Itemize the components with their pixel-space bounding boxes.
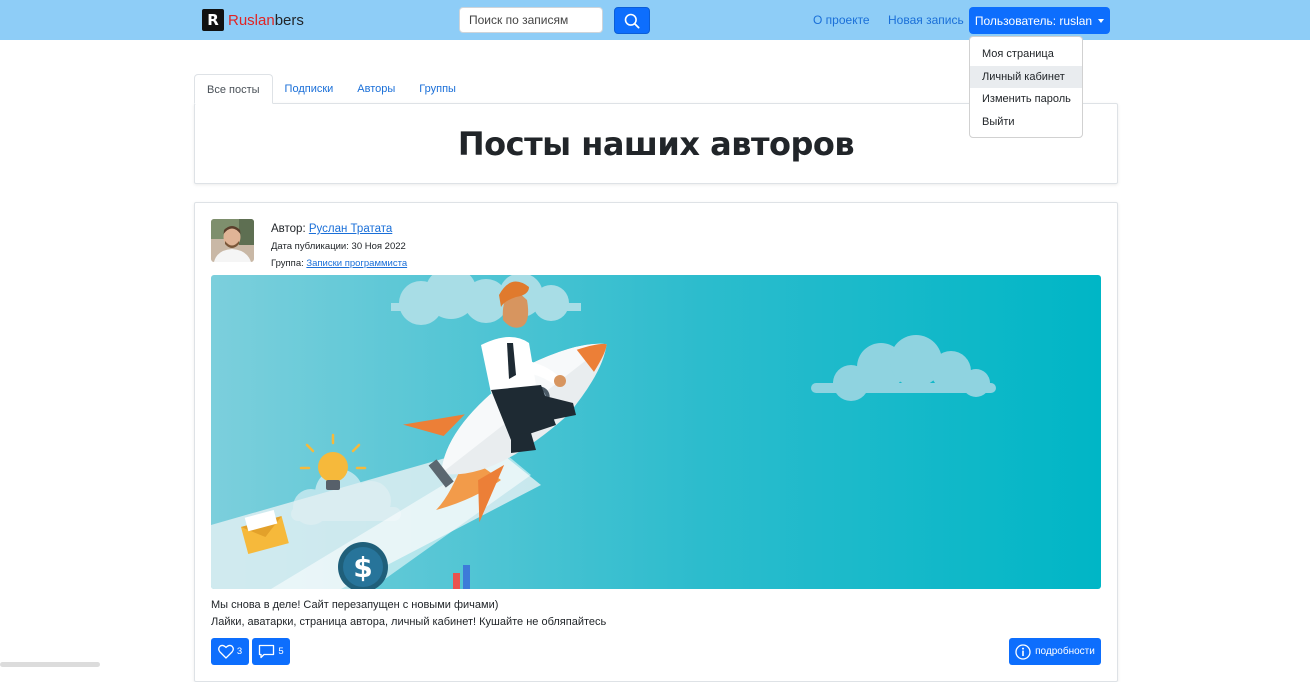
group-line: Группа: Записки программиста <box>271 255 407 272</box>
navbar: R Ruslanbers О проекте Новая запись Поль… <box>0 0 1310 40</box>
search-input[interactable] <box>459 7 603 33</box>
comment-count: 5 <box>278 646 284 657</box>
tab-all-posts[interactable]: Все посты <box>194 74 273 104</box>
post-text-line-2: Лайки, аватарки, страница автора, личный… <box>211 616 607 628</box>
svg-text:$: $ <box>353 551 372 584</box>
menu-item-change-password[interactable]: Изменить пароль <box>970 88 1082 111</box>
details-label: подробности <box>1035 646 1095 657</box>
chevron-down-icon <box>1098 18 1105 23</box>
like-count: 3 <box>236 646 243 657</box>
search-icon <box>624 13 640 29</box>
brand-name: Ruslanbers <box>228 12 304 29</box>
author-photo <box>211 219 254 262</box>
comments-button[interactable]: 5 <box>252 638 290 665</box>
menu-item-my-page[interactable]: Моя страница <box>970 43 1082 66</box>
rocket-illustration: $ <box>211 275 1101 589</box>
page-title: Посты наших авторов <box>457 124 855 163</box>
nav-about-link[interactable]: О проекте <box>813 13 870 27</box>
author-avatar[interactable] <box>211 219 254 262</box>
menu-item-account[interactable]: Личный кабинет <box>970 65 1082 88</box>
post-image: $ <box>211 275 1101 589</box>
comment-icon <box>259 644 275 659</box>
details-button[interactable]: подробности <box>1009 638 1101 665</box>
post-text-line-1: Мы снова в деле! Сайт перезапущен с новы… <box>211 599 499 611</box>
tab-authors[interactable]: Авторы <box>345 74 407 104</box>
post-tabs: Все посты Подписки Авторы Группы <box>194 74 468 104</box>
like-button[interactable]: 3 <box>211 638 249 665</box>
info-icon <box>1015 643 1031 660</box>
brand-name-red: Ruslan <box>228 11 275 29</box>
post-meta: Автор: Руслан Тратата Дата публикации: 3… <box>271 221 407 272</box>
date-line: Дата публикации: 30 Ноя 2022 <box>271 238 407 255</box>
date-label: Дата публикации: <box>271 241 349 252</box>
brand-link[interactable]: R Ruslanbers <box>202 9 304 31</box>
post-text: Мы снова в деле! Сайт перезапущен с новы… <box>211 597 606 631</box>
tab-subscriptions[interactable]: Подписки <box>273 74 346 104</box>
group-link[interactable]: Записки программиста <box>306 258 407 269</box>
author-line: Автор: Руслан Тратата <box>271 221 407 238</box>
group-label: Группа: <box>271 258 304 269</box>
brand-logo-icon: R <box>202 9 224 31</box>
brand-name-rest: bers <box>274 11 304 29</box>
user-dropdown-menu: Моя страница Личный кабинет Изменить пар… <box>969 36 1083 138</box>
nav-new-post-link[interactable]: Новая запись <box>888 13 964 27</box>
horizontal-scrollbar[interactable] <box>0 662 100 667</box>
tab-groups[interactable]: Группы <box>407 74 468 104</box>
user-menu-label: Пользователь: ruslan <box>974 13 1093 28</box>
search-button[interactable] <box>614 7 650 34</box>
menu-item-logout[interactable]: Выйти <box>970 111 1082 134</box>
author-label: Автор: <box>271 223 306 235</box>
user-menu-button[interactable]: Пользователь: ruslan <box>969 7 1110 34</box>
heart-icon <box>217 644 234 659</box>
post-date: 30 Ноя 2022 <box>351 241 406 252</box>
author-link[interactable]: Руслан Тратата <box>309 223 392 235</box>
post-card: Автор: Руслан Тратата Дата публикации: 3… <box>194 202 1118 682</box>
